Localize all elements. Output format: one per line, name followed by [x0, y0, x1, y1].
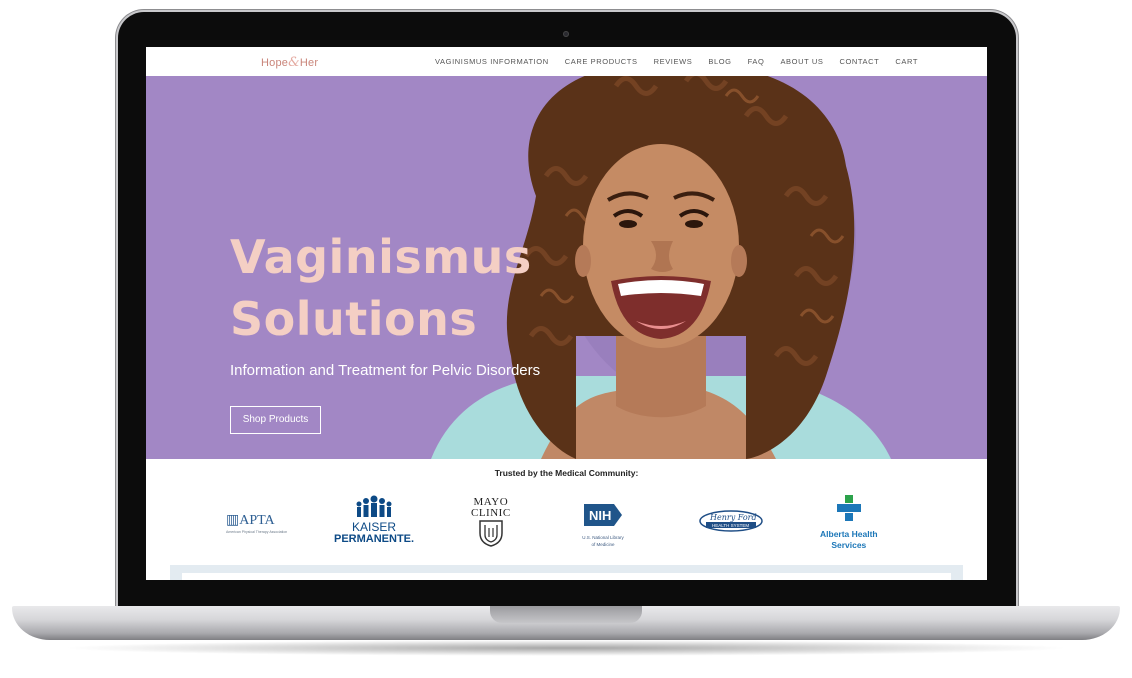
- hero-title: Vaginismus Solutions: [230, 226, 532, 350]
- webcam-icon: [563, 31, 569, 37]
- nav-reviews[interactable]: REVIEWS: [654, 57, 693, 66]
- partner-logos: ▥APTA American Physical Therapy Associat…: [146, 492, 987, 557]
- henry-ford-emblem-icon: Henry Ford HEALTH SYSTEM: [699, 510, 763, 532]
- kaiser-line-2: PERMANENTE.: [334, 533, 415, 545]
- hero-title-line-1: Vaginismus: [230, 230, 532, 284]
- henry-ford-logo: Henry Ford HEALTH SYSTEM: [698, 508, 764, 539]
- mayo-shield-icon: [479, 520, 503, 547]
- site-logo[interactable]: Hope&Her: [261, 55, 318, 70]
- laptop-notch: [490, 606, 642, 623]
- alberta-cross-icon: [836, 495, 861, 521]
- apta-name: APTA: [239, 513, 275, 528]
- nih-sub-line-1: U.S. National Library: [582, 535, 624, 540]
- website-screen: Hope&Her VAGINISMUS INFORMATION CARE PRO…: [146, 47, 987, 580]
- hero-banner: Vaginismus Solutions Information and Tre…: [146, 76, 987, 459]
- laptop-shadow: [60, 640, 1072, 656]
- nav-faq[interactable]: FAQ: [748, 57, 765, 66]
- nih-badge-text: NIH: [589, 508, 611, 523]
- nav-cart[interactable]: CART: [895, 57, 918, 66]
- logo-text-hope: Hope: [261, 57, 289, 69]
- mayo-clinic-logo: MAYO CLINIC: [471, 497, 511, 552]
- mayo-line-2: CLINIC: [471, 507, 511, 519]
- nav-vaginismus-information[interactable]: VAGINISMUS INFORMATION: [435, 57, 549, 66]
- nav-care-products[interactable]: CARE PRODUCTS: [565, 57, 638, 66]
- kaiser-line-1: KAISER: [352, 520, 397, 534]
- henry-ford-sub: HEALTH SYSTEM: [712, 523, 749, 528]
- nav-about-us[interactable]: ABOUT US: [780, 57, 823, 66]
- hero-subtitle: Information and Treatment for Pelvic Dis…: [230, 362, 541, 379]
- trusted-heading: Trusted by the Medical Community:: [494, 468, 639, 478]
- nih-logo: NIH U.S. National Library of Medicine: [582, 502, 624, 547]
- ahs-line-2: Services: [831, 540, 867, 550]
- nih-badge-icon: NIH: [584, 504, 622, 526]
- next-section-card: [182, 573, 951, 580]
- apta-mark-icon: ▥: [226, 513, 240, 528]
- logo-text-her: Her: [299, 57, 319, 69]
- nav-blog[interactable]: BLOG: [708, 57, 731, 66]
- kaiser-permanente-logo: KAISER PERMANENTE.: [334, 495, 414, 545]
- nih-sub-line-2: of Medicine: [591, 542, 615, 547]
- apta-logo: ▥APTA American Physical Therapy Associat…: [226, 512, 287, 534]
- alberta-health-logo: Alberta Health Services: [820, 495, 878, 550]
- laptop-mockup: Hope&Her VAGINISMUS INFORMATION CARE PRO…: [0, 0, 1132, 678]
- next-section-strip: [170, 565, 963, 580]
- henry-ford-script: Henry Ford: [709, 513, 757, 522]
- hero-title-line-2: Solutions: [230, 292, 478, 346]
- site-navbar: Hope&Her VAGINISMUS INFORMATION CARE PRO…: [146, 47, 987, 76]
- shop-products-button[interactable]: Shop Products: [230, 406, 321, 434]
- nav-contact[interactable]: CONTACT: [839, 57, 879, 66]
- logo-ampersand: &: [288, 55, 300, 70]
- ahs-line-1: Alberta Health: [820, 529, 878, 539]
- main-nav: VAGINISMUS INFORMATION CARE PRODUCTS REV…: [435, 57, 918, 66]
- kaiser-people-icon: [356, 495, 392, 517]
- apta-subtitle: American Physical Therapy Association: [226, 530, 288, 534]
